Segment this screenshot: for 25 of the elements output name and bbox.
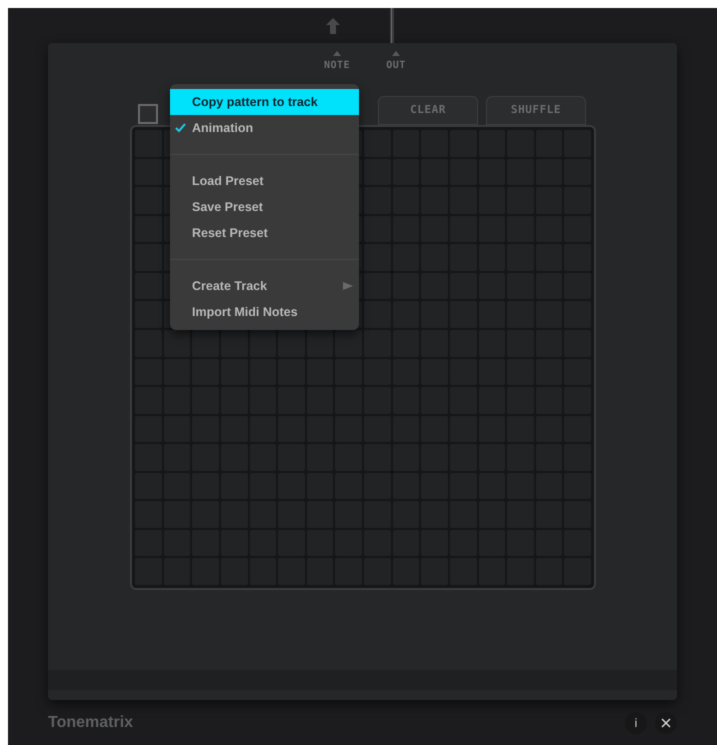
menu-item[interactable]: Save Preset: [170, 194, 359, 220]
close-button[interactable]: [655, 712, 677, 734]
grid-pad[interactable]: [278, 330, 305, 356]
menu-item[interactable]: Create Track: [170, 273, 359, 299]
menu-item[interactable]: Import Midi Notes: [170, 299, 359, 325]
menu-item[interactable]: Copy pattern to track: [170, 89, 359, 115]
info-button[interactable]: i: [625, 712, 647, 734]
grid-pad[interactable]: [220, 330, 248, 356]
grid-pad[interactable]: [192, 330, 219, 356]
menu-item[interactable]: Reset Preset: [170, 220, 359, 246]
grid-pad[interactable]: [250, 330, 276, 356]
upload-arrow-icon: [326, 18, 340, 34]
jack-label: OUT: [386, 59, 406, 73]
close-icon: [661, 718, 671, 728]
cable-icon: [389, 8, 395, 43]
grid-pad[interactable]: [306, 330, 334, 356]
triangle-icon: [392, 51, 400, 56]
triangle-icon: [333, 51, 341, 56]
app-title: Tonematrix: [48, 712, 134, 732]
checkbox[interactable]: [138, 104, 158, 124]
grid-pad[interactable]: [335, 330, 362, 356]
menu-item[interactable]: Animation: [170, 115, 359, 141]
menu-item[interactable]: Load Preset: [170, 168, 359, 194]
jack-label: NOTE: [324, 59, 350, 73]
grid-pad[interactable]: [164, 330, 190, 356]
